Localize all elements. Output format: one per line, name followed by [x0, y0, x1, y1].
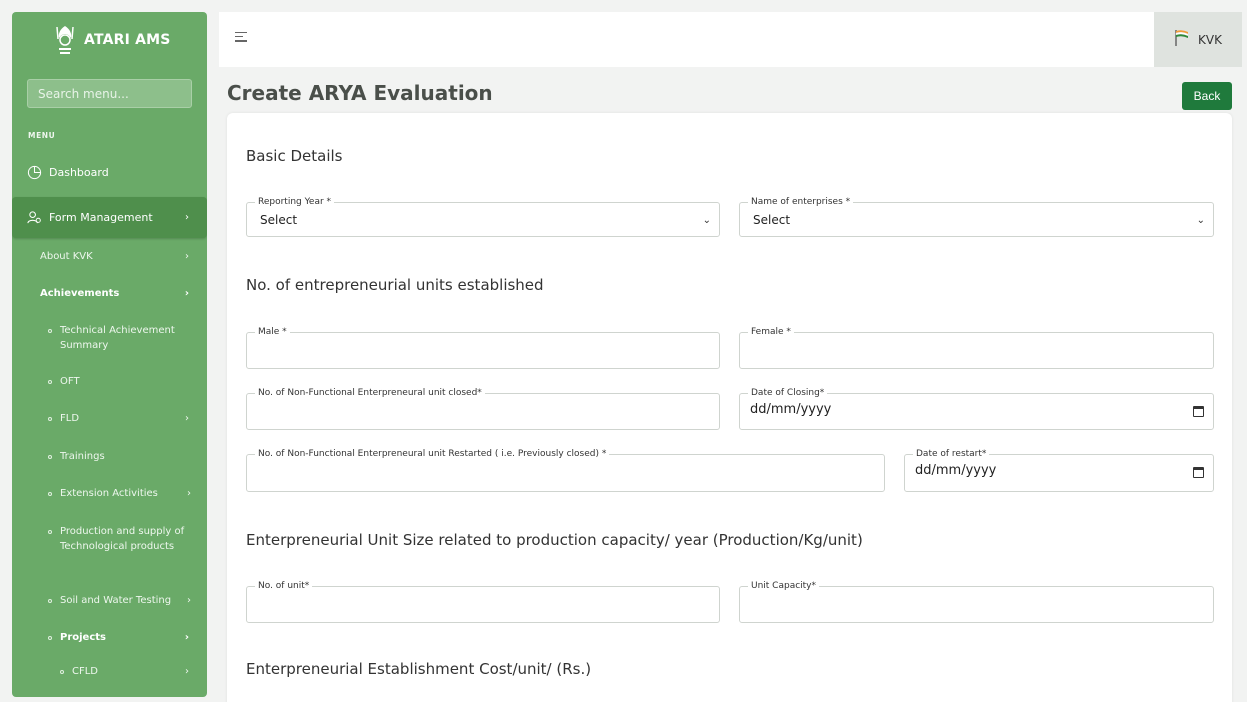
back-button[interactable]: Back	[1182, 82, 1232, 110]
calendar-icon[interactable]	[1193, 467, 1204, 478]
bullet-icon	[48, 416, 52, 421]
pie-chart-icon	[26, 164, 42, 180]
calendar-icon[interactable]	[1193, 406, 1204, 417]
field-value: Select	[260, 213, 298, 227]
field-label: No. of unit*	[255, 581, 313, 591]
bullet-icon	[48, 598, 52, 603]
brand[interactable]: ATARI AMS	[12, 12, 207, 68]
field-label: Reporting Year *	[255, 197, 335, 207]
user-name: KVK	[1198, 32, 1222, 47]
sidebar-item-about-kvk[interactable]: About KVK ›	[12, 251, 207, 262]
sidebar-item-label: CFLD	[72, 666, 99, 677]
chevron-right-icon: ›	[184, 632, 189, 643]
menu-section-label: MENU	[28, 131, 56, 140]
chevron-right-icon: ›	[185, 212, 189, 223]
sidebar-item-label: Dashboard	[49, 165, 109, 179]
unit-capacity-input[interactable]: Unit Capacity*	[739, 581, 1214, 623]
sidebar-item-projects[interactable]: Projects ›	[12, 632, 207, 643]
sidebar-item-label: Achievements	[40, 288, 120, 299]
sidebar-item-label: Technical Achievement Summary	[60, 325, 175, 351]
chevron-right-icon: ›	[187, 595, 191, 606]
sidebar-item-achievements[interactable]: Achievements ›	[12, 288, 207, 299]
field-label: Male *	[255, 327, 290, 337]
field-label: No. of Non-Functional Enterpreneural uni…	[255, 388, 485, 398]
sidebar-item-label: Production and supply of Technological p…	[60, 526, 185, 552]
search-menu-input[interactable]: Search menu...	[27, 79, 192, 108]
field-label: Name of enterprises *	[748, 197, 854, 207]
bullet-icon	[48, 530, 52, 534]
bullet-icon	[48, 635, 52, 640]
user-menu[interactable]: KVK	[1154, 12, 1242, 67]
field-value: Select	[753, 213, 791, 227]
field-label: Unit Capacity*	[748, 581, 820, 591]
sidebar-item-label: OFT	[60, 376, 80, 387]
field-label: No. of Non-Functional Enterpreneural uni…	[255, 449, 610, 459]
bullet-icon	[48, 454, 52, 459]
field-label: Date of restart*	[913, 449, 990, 459]
sidebar-item-technical-achievement[interactable]: Technical Achievement Summary	[12, 323, 207, 353]
chevron-down-icon: ⌄	[702, 215, 711, 226]
menu-toggle-icon[interactable]	[235, 32, 247, 45]
sidebar-item-label: Soil and Water Testing	[60, 595, 172, 606]
bullet-icon	[48, 329, 52, 333]
enterprise-select[interactable]: Name of enterprises * Select ⌄	[739, 197, 1214, 237]
bullet-icon	[48, 379, 52, 384]
sidebar-item-soil-water[interactable]: Soil and Water Testing ›	[12, 595, 207, 606]
field-label: Female *	[748, 327, 794, 337]
sidebar-item-label: Trainings	[60, 451, 105, 462]
sidebar-item-form-management[interactable]: Form Management ›	[12, 197, 207, 238]
chevron-right-icon: ›	[187, 488, 191, 499]
date-of-closing-input[interactable]: Date of Closing* dd/mm/yyyy	[739, 388, 1214, 430]
bullet-icon	[48, 491, 52, 496]
section-unit-size: Enterpreneurial Unit Size related to pro…	[246, 531, 863, 549]
sidebar-item-label: Extension Activities	[60, 488, 158, 499]
chevron-down-icon: ⌄	[1196, 215, 1205, 226]
bullet-icon	[60, 669, 64, 674]
page-title: Create ARYA Evaluation	[227, 81, 493, 105]
icar-logo-icon	[52, 22, 78, 58]
sidebar-item-extension-activities[interactable]: Extension Activities ›	[12, 488, 207, 499]
sidebar-item-cfld[interactable]: CFLD ›	[12, 666, 207, 677]
chevron-right-icon: ›	[185, 413, 189, 424]
sidebar: ATARI AMS Search menu... MENU Dashboard …	[12, 12, 207, 697]
reporting-year-select[interactable]: Reporting Year * Select ⌄	[246, 197, 720, 237]
male-input[interactable]: Male *	[246, 327, 720, 369]
field-label: Date of Closing*	[748, 388, 828, 398]
field-value: dd/mm/yyyy	[915, 463, 997, 478]
chevron-right-icon: ›	[185, 666, 189, 677]
sidebar-item-label: About KVK	[40, 251, 93, 262]
date-of-restart-input[interactable]: Date of restart* dd/mm/yyyy	[904, 449, 1214, 492]
nonfunctional-closed-input[interactable]: No. of Non-Functional Enterpreneural uni…	[246, 388, 720, 430]
chevron-right-icon: ›	[185, 251, 189, 262]
sidebar-item-production-supply[interactable]: Production and supply of Technological p…	[12, 524, 207, 554]
no-of-unit-input[interactable]: No. of unit*	[246, 581, 720, 623]
female-input[interactable]: Female *	[739, 327, 1214, 369]
sidebar-item-dashboard[interactable]: Dashboard	[12, 164, 207, 180]
section-basic-details: Basic Details	[246, 147, 343, 165]
brand-name: ATARI AMS	[84, 32, 171, 48]
section-units-established: No. of entrepreneurial units established	[246, 276, 544, 294]
india-flag-icon	[1174, 29, 1190, 50]
nonfunctional-restarted-input[interactable]: No. of Non-Functional Enterpreneural uni…	[246, 449, 885, 492]
sidebar-item-label: FLD	[60, 413, 80, 424]
form-card: Basic Details Reporting Year * Select ⌄ …	[227, 113, 1232, 702]
chevron-right-icon: ›	[184, 288, 189, 299]
sidebar-item-fld[interactable]: FLD ›	[12, 413, 207, 424]
sidebar-item-oft[interactable]: OFT	[12, 376, 207, 387]
field-value: dd/mm/yyyy	[750, 402, 832, 417]
sidebar-item-label: Projects	[60, 632, 107, 643]
sidebar-item-trainings[interactable]: Trainings	[12, 451, 207, 462]
top-bar: KVK	[219, 12, 1242, 67]
users-icon	[26, 210, 42, 226]
section-establishment-cost: Enterpreneurial Establishment Cost/unit/…	[246, 660, 592, 678]
sidebar-item-label: Form Management	[49, 211, 153, 224]
